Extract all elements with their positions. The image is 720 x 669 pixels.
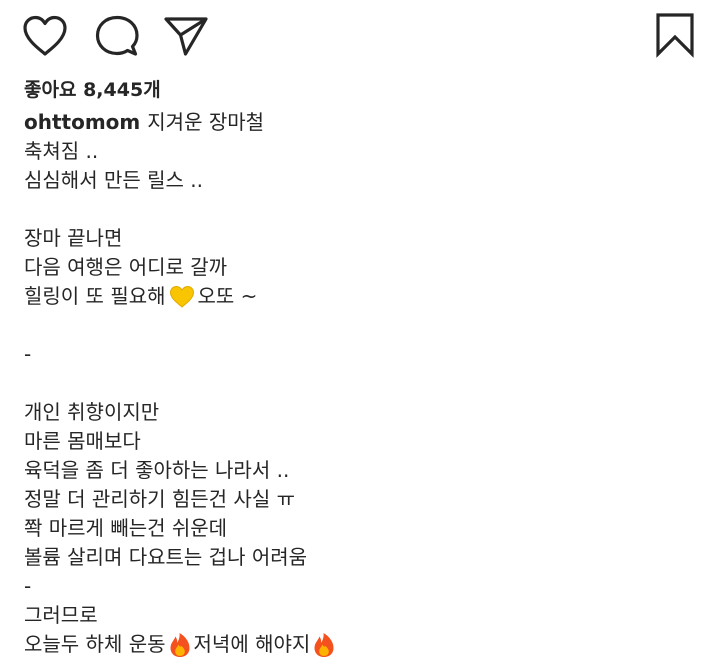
caption-line: 다음 여행은 어디로 갈까 bbox=[24, 253, 704, 282]
likes-number: 8,445 bbox=[83, 79, 144, 101]
bookmark-icon bbox=[656, 13, 694, 58]
caption-text: 개인 취향이지만 bbox=[24, 400, 160, 424]
username-link[interactable]: ohttomom bbox=[24, 108, 140, 137]
paper-plane-icon bbox=[164, 17, 208, 56]
caption-text: 오늘두 하체 운동 bbox=[24, 632, 166, 656]
yellow-heart-emoji bbox=[169, 285, 195, 309]
share-button[interactable] bbox=[163, 15, 209, 57]
caption-line: - bbox=[24, 340, 704, 369]
caption-line: 힐링이 또 필요해 오또 ~ bbox=[24, 282, 704, 311]
caption-text: 정말 더 관리하기 힘든건 사실 ㅠ bbox=[24, 487, 295, 511]
heart-icon bbox=[23, 15, 67, 56]
caption-text: 마른 몸매보다 bbox=[24, 429, 141, 453]
caption-line: 개인 취향이지만 bbox=[24, 398, 704, 427]
caption-line: - bbox=[24, 572, 704, 601]
caption-text: 저녁에 해야지 bbox=[193, 632, 311, 656]
post-action-bar bbox=[0, 0, 720, 70]
caption-text: 쫙 마르게 빼는건 쉬운데 bbox=[24, 516, 228, 540]
caption-text: 지겨운 장마철 bbox=[147, 110, 265, 134]
comment-bubble-icon bbox=[95, 15, 139, 56]
caption-line: 마른 몸매보다 bbox=[24, 427, 704, 456]
caption-text: 장마 끝나면 bbox=[24, 226, 123, 250]
caption-text: 힐링이 또 필요해 bbox=[24, 284, 166, 308]
caption-line: 오늘두 하체 운동 저녁에 해야지 bbox=[24, 630, 704, 659]
caption-line: 그러므로 bbox=[24, 601, 704, 630]
caption-text: 심심해서 만든 릴스 .. bbox=[24, 168, 203, 192]
post-caption: ohttomom 지겨운 장마철 축쳐짐 .. 심심해서 만든 릴스 .. 장마… bbox=[24, 108, 704, 659]
caption-text: 육덕을 좀 더 좋아하는 나라서 .. bbox=[24, 458, 290, 482]
caption-line: 축쳐짐 .. bbox=[24, 137, 704, 166]
caption-text: 오또 ~ bbox=[197, 284, 258, 308]
caption-text: 볼륨 살리며 다요트는 겁나 어려움 bbox=[24, 545, 308, 569]
caption-line: ohttomom 지겨운 장마철 bbox=[24, 108, 704, 137]
caption-line: 육덕을 좀 더 좋아하는 나라서 .. bbox=[24, 456, 704, 485]
caption-text: 그러므로 bbox=[24, 603, 98, 627]
caption-line: 쫙 마르게 빼는건 쉬운데 bbox=[24, 514, 704, 543]
comment-button[interactable] bbox=[95, 15, 139, 57]
save-button[interactable] bbox=[652, 12, 698, 58]
caption-line: 볼륨 살리며 다요트는 겁나 어려움 bbox=[24, 543, 704, 572]
likes-label: 좋아요 bbox=[24, 79, 77, 101]
caption-text: - bbox=[24, 342, 32, 366]
likes-count[interactable]: 좋아요 8,445개 bbox=[24, 77, 161, 103]
like-button[interactable] bbox=[22, 15, 68, 57]
caption-text: 다음 여행은 어디로 갈까 bbox=[24, 255, 228, 279]
caption-text: 축쳐짐 .. bbox=[24, 139, 99, 163]
caption-line: 장마 끝나면 bbox=[24, 224, 704, 253]
fire-emoji bbox=[313, 632, 335, 658]
caption-line: 심심해서 만든 릴스 .. bbox=[24, 166, 704, 195]
likes-unit: 개 bbox=[143, 79, 161, 101]
caption-line: 정말 더 관리하기 힘든건 사실 ㅠ bbox=[24, 485, 704, 514]
caption-text: - bbox=[24, 574, 32, 598]
fire-emoji bbox=[169, 632, 191, 658]
